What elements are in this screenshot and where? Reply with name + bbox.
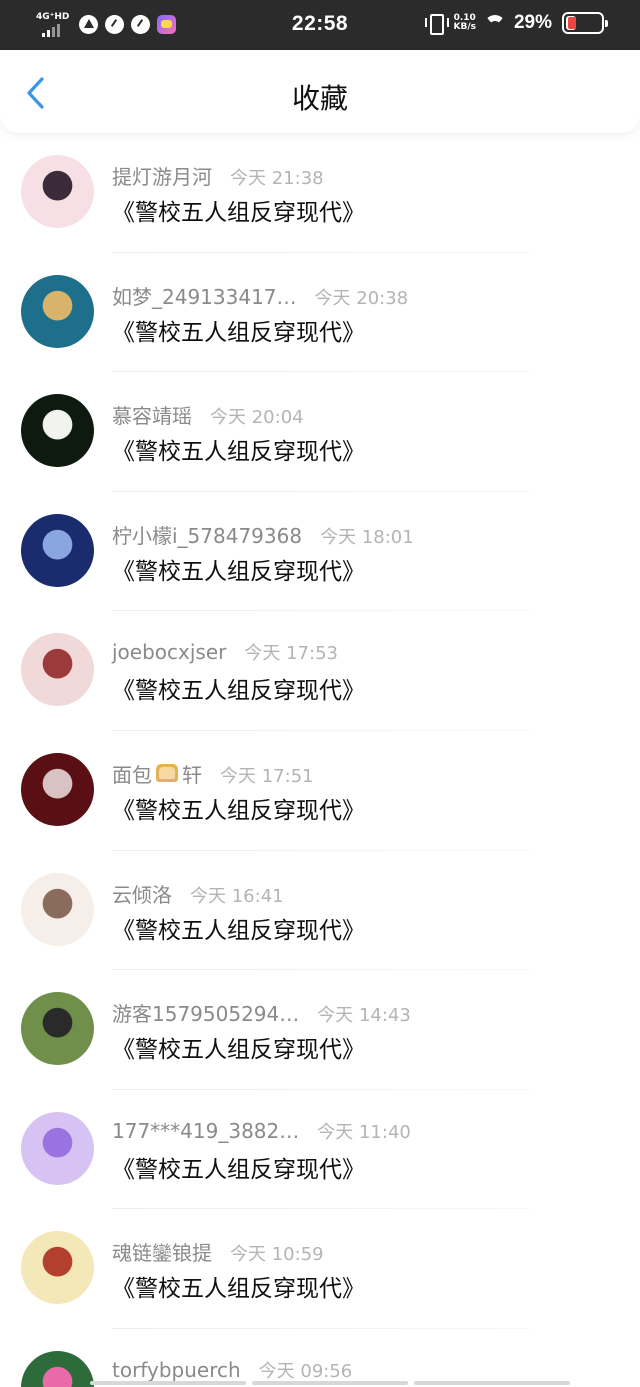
timestamp: 今天 20:04 [210,407,304,429]
book-title[interactable]: 《警校五人组反穿现代》 [112,1030,365,1064]
list-item[interactable]: 如梦_249133417… 今天 20:38 《警校五人组反穿现代》 [0,253,640,373]
username[interactable]: 177***419_3882… [112,1119,299,1143]
status-right-icons: 0.10 KB/s 29% [425,12,608,35]
item-meta: joebocxjser 今天 17:53 [112,639,338,665]
list-item[interactable]: 177***419_3882… 今天 11:40 《警校五人组反穿现代》 [0,1090,640,1210]
book-title[interactable]: 《警校五人组反穿现代》 [112,313,365,347]
list-item[interactable]: 慕容靖瑶 今天 20:04 《警校五人组反穿现代》 [0,372,640,492]
timestamp: 今天 21:38 [230,168,324,189]
avatar[interactable] [21,992,94,1066]
timestamp: 今天 18:01 [320,526,414,548]
list-item[interactable]: 云倾洛 今天 16:41 《警校五人组反穿现代》 [0,851,640,971]
username[interactable]: 游客1579505294… [112,998,299,1027]
book-title[interactable]: 《警校五人组反穿现代》 [112,671,365,705]
favorites-list: 提灯游月河 今天 21:38 《警校五人组反穿现代》 如梦_249133417… 今天 … [0,133,640,1387]
list-item[interactable]: joebocxjser 今天 17:53 《警校五人组反穿现代》 [0,611,640,731]
timestamp: 今天 20:38 [314,287,409,309]
timestamp: 今天 14:43 [317,1005,411,1027]
username[interactable]: 慕容靖瑶 [112,400,192,429]
list-item[interactable]: 游客1579505294… 今天 14:43 《警校五人组反穿现代》 [0,970,640,1090]
book-title[interactable]: 《警校五人组反穿现代》 [112,193,365,227]
avatar[interactable] [21,752,94,826]
username[interactable]: 如梦_249133417… [112,281,297,310]
battery-percent: 29% [513,12,552,33]
book-title[interactable]: 《警校五人组反穿现代》 [112,552,365,586]
username[interactable]: 面包 [112,759,152,788]
list-item[interactable]: 柠小檬i_578479368 今天 18:01 《警校五人组反穿现代》 [0,492,640,612]
book-title[interactable]: 《警校五人组反穿现代》 [112,791,365,825]
list-item[interactable]: 面包 轩今天 17:51 《警校五人组反穿现代》 [0,731,640,851]
item-meta: 如梦_249133417… 今天 20:38 [112,281,408,310]
timestamp: 今天 11:40 [317,1121,411,1143]
book-title[interactable]: 《警校五人组反穿现代》 [112,1269,365,1303]
book-title[interactable]: 《警校五人组反穿现代》 [112,432,365,466]
avatar[interactable] [21,513,94,587]
bottom-indicator [90,1381,570,1385]
avatar[interactable] [21,274,94,348]
book-title[interactable]: 《警校五人组反穿现代》 [112,1150,365,1184]
item-meta: 游客1579505294… 今天 14:43 [112,998,411,1027]
item-meta: 面包 轩今天 17:51 [112,759,314,788]
avatar[interactable] [21,872,94,946]
list-item[interactable]: torfybpuerch 今天 09:56 [0,1329,640,1387]
timestamp: 今天 17:53 [244,643,338,665]
username[interactable]: 提灯游月河 [112,161,212,190]
wifi-icon [483,14,506,32]
avatar[interactable] [21,394,94,468]
item-meta: 慕容靖瑶 今天 20:04 [112,400,304,429]
timestamp: 今天 10:59 [230,1244,324,1266]
username[interactable]: torfybpuerch [112,1358,241,1382]
username[interactable]: 魂链鑾锒提 [112,1237,212,1266]
timestamp: 今天 09:56 [258,1360,353,1382]
username[interactable]: joebocxjser [112,640,226,664]
network-speed: 0.10 KB/s [453,14,475,32]
vibrate-icon [425,12,450,35]
page-title: 收藏 [291,82,348,115]
list-item[interactable]: 提灯游月河 今天 21:38 《警校五人组反穿现代》 [0,133,640,253]
bread-emoji-icon [156,763,178,782]
timestamp: 今天 16:41 [190,885,284,907]
username-suffix[interactable]: 轩 [182,759,202,788]
list-item[interactable]: 魂链鑾锒提 今天 10:59 《警校五人组反穿现代》 [0,1209,640,1329]
item-meta: torfybpuerch 今天 09:56 [112,1357,352,1383]
book-title[interactable]: 《警校五人组反穿现代》 [112,911,365,945]
username[interactable]: 柠小檬i_578479368 [112,520,302,549]
avatar[interactable] [21,1231,94,1305]
avatar[interactable] [21,1350,94,1387]
status-bar: 4G⁺HD 22:58 0.10 KB/s 29% [0,0,640,50]
header: 收藏 [0,50,640,133]
timestamp: 今天 17:51 [220,765,314,787]
username[interactable]: 云倾洛 [112,879,172,908]
item-meta: 魂链鑾锒提 今天 10:59 [112,1237,324,1266]
item-meta: 柠小檬i_578479368 今天 18:01 [112,520,414,549]
battery-saver-icon [568,17,576,29]
item-meta: 177***419_3882… 今天 11:40 [112,1118,411,1144]
item-meta: 云倾洛 今天 16:41 [112,879,284,908]
avatar[interactable] [21,1111,94,1185]
avatar[interactable] [21,155,94,228]
avatar[interactable] [21,633,94,707]
item-meta: 提灯游月河 今天 21:38 [112,161,324,190]
battery-icon [562,12,608,34]
speed-unit: KB/s [453,22,476,32]
